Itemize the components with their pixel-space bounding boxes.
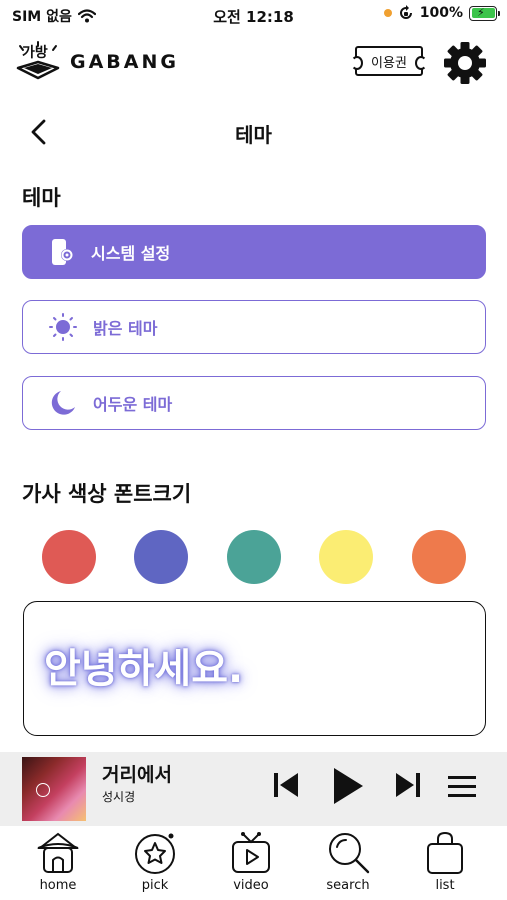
tab-label: list <box>435 878 455 893</box>
mic-indicator-icon <box>383 9 392 17</box>
tab-video[interactable]: video <box>216 830 286 896</box>
play-icon[interactable] <box>331 766 365 806</box>
theme-option-label: 시스템 설정 <box>91 244 171 263</box>
theme-section-title: 테마 <box>22 186 61 210</box>
mini-player[interactable]: 거리에서 성시경 <box>0 752 507 826</box>
tab-label: video <box>233 878 269 893</box>
status-indicators: 100% ⚡ <box>383 5 500 21</box>
theme-option-light[interactable]: 밝은 테마 <box>22 300 486 354</box>
color-swatch-teal[interactable] <box>227 530 281 584</box>
song-title: 거리에서 <box>102 764 172 786</box>
brand-name: GABANG <box>70 51 179 73</box>
album-art[interactable] <box>22 757 86 821</box>
video-icon <box>232 832 270 873</box>
page-title: 테마 <box>235 123 272 147</box>
bag-icon <box>427 831 463 874</box>
song-artist: 성시경 <box>102 790 136 804</box>
next-track-icon[interactable] <box>394 770 422 800</box>
svg-text:가방: 가방 <box>22 44 48 61</box>
status-bar: SIM 없음 오전 12:18 100% ⚡ <box>0 0 507 32</box>
color-swatch-yellow[interactable] <box>319 530 373 584</box>
color-swatch-red[interactable] <box>42 530 96 584</box>
gabang-logo[interactable]: 가방 <box>14 40 62 84</box>
previous-track-icon[interactable] <box>272 770 300 800</box>
color-swatch-blue[interactable] <box>134 530 188 584</box>
tab-pick[interactable]: pick <box>120 830 190 896</box>
tab-list[interactable]: list <box>410 830 480 896</box>
color-swatch-orange[interactable] <box>412 530 466 584</box>
tab-home[interactable]: home <box>23 830 93 896</box>
app-header: 가방 GABANG 이용권 <box>0 38 507 88</box>
tab-label: search <box>326 878 370 893</box>
moon-icon <box>51 391 75 415</box>
tab-search[interactable]: search <box>313 830 383 896</box>
lyrics-preview-box: 안녕하세요. <box>23 601 486 736</box>
orientation-lock-icon <box>399 5 412 19</box>
theme-option-label: 밝은 테마 <box>93 319 158 338</box>
battery-percent: 100% <box>419 5 463 21</box>
sun-icon <box>49 313 77 341</box>
settings-gear-icon[interactable] <box>442 40 488 86</box>
battery-icon: ⚡ <box>469 5 500 21</box>
theme-option-system[interactable]: 시스템 설정 <box>22 225 486 279</box>
phone-settings-icon <box>52 239 73 265</box>
lyrics-section-title: 가사 색상 폰트크기 <box>22 482 192 506</box>
star-icon <box>135 833 175 874</box>
tab-bar: home pick video search list <box>0 826 507 900</box>
lyrics-preview-text: 안녕하세요. <box>44 646 244 692</box>
theme-option-label: 어두운 테마 <box>93 395 173 414</box>
queue-menu-icon[interactable] <box>447 774 477 800</box>
title-row: 테마 <box>0 110 507 154</box>
theme-option-dark[interactable]: 어두운 테마 <box>22 376 486 430</box>
search-icon <box>329 833 370 874</box>
tab-label: pick <box>141 878 169 893</box>
ticket-button[interactable]: 이용권 <box>351 46 427 76</box>
home-icon <box>37 832 79 873</box>
tab-label: home <box>39 878 77 893</box>
